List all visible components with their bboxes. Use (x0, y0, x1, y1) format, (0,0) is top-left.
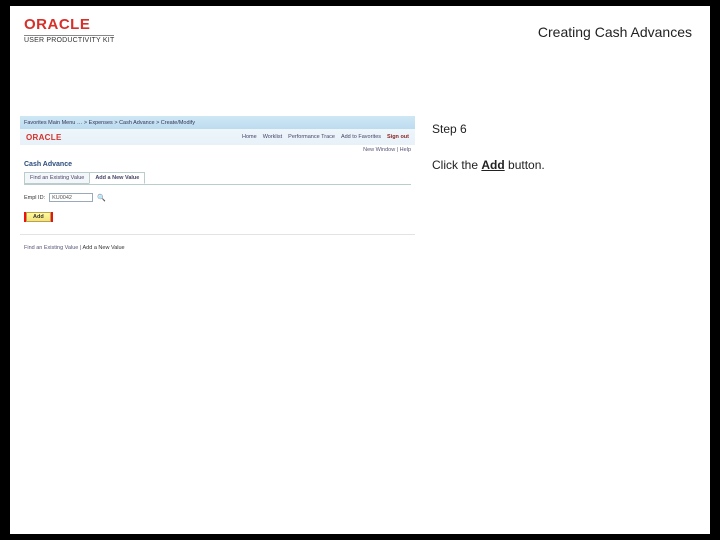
page-title: Creating Cash Advances (538, 24, 692, 40)
app-brand: ORACLE (26, 133, 62, 142)
nav-perf-trace[interactable]: Performance Trace (288, 134, 335, 140)
nav-worklist[interactable]: Worklist (263, 134, 282, 140)
add-button-highlight: Add (24, 212, 53, 222)
nav-sign-out[interactable]: Sign out (387, 134, 409, 140)
breadcrumb-bar: Favorites Main Menu … > Expenses > Cash … (20, 116, 415, 129)
instruction-column: Step 6 Click the Add button. (418, 62, 710, 255)
tab-row: Find an Existing Value Add a New Value (20, 172, 415, 184)
section-title: Cash Advance (20, 155, 415, 172)
document-page: ORACLE USER PRODUCTIVITY KIT Creating Ca… (10, 6, 710, 534)
brand-subline: USER PRODUCTIVITY KIT (24, 35, 114, 44)
finder-footer: Find an Existing Value | Add a New Value (20, 234, 415, 255)
brand-logo: ORACLE USER PRODUCTIVITY KIT (24, 16, 114, 44)
app-top-nav: Home Worklist Performance Trace Add to F… (242, 134, 409, 140)
new-window-help[interactable]: New Window | Help (20, 145, 415, 155)
brand-word: ORACLE (24, 16, 114, 33)
page-header: ORACLE USER PRODUCTIVITY KIT Creating Ca… (10, 6, 710, 62)
instr-pre: Click the (432, 158, 481, 172)
instruction-text: Click the Add button. (432, 158, 692, 172)
tab-find-existing[interactable]: Find an Existing Value (24, 172, 90, 184)
emplid-input[interactable]: KU0042 (49, 193, 93, 202)
app-header-bar: ORACLE Home Worklist Performance Trace A… (20, 129, 415, 145)
finder-link-existing[interactable]: Find an Existing Value (24, 245, 78, 251)
tab-add-new[interactable]: Add a New Value (89, 172, 145, 184)
screenshot-column: Favorites Main Menu … > Expenses > Cash … (10, 62, 418, 255)
nav-home[interactable]: Home (242, 134, 257, 140)
lookup-icon[interactable]: 🔍 (97, 193, 106, 202)
emplid-label: Empl ID: (24, 195, 45, 201)
instr-bold: Add (481, 158, 504, 172)
breadcrumb: Favorites Main Menu … > Expenses > Cash … (24, 120, 195, 126)
app-screenshot: Favorites Main Menu … > Expenses > Cash … (20, 116, 415, 255)
add-button[interactable]: Add (26, 212, 51, 222)
step-label: Step 6 (432, 122, 692, 136)
content-row: Favorites Main Menu … > Expenses > Cash … (10, 62, 710, 255)
form-row-emplid: Empl ID: KU0042 🔍 (20, 185, 415, 206)
add-button-area: Add (20, 206, 415, 228)
finder-link-add[interactable]: Add a New Value (83, 245, 125, 251)
instr-post: button. (505, 158, 545, 172)
nav-add-fav[interactable]: Add to Favorites (341, 134, 381, 140)
